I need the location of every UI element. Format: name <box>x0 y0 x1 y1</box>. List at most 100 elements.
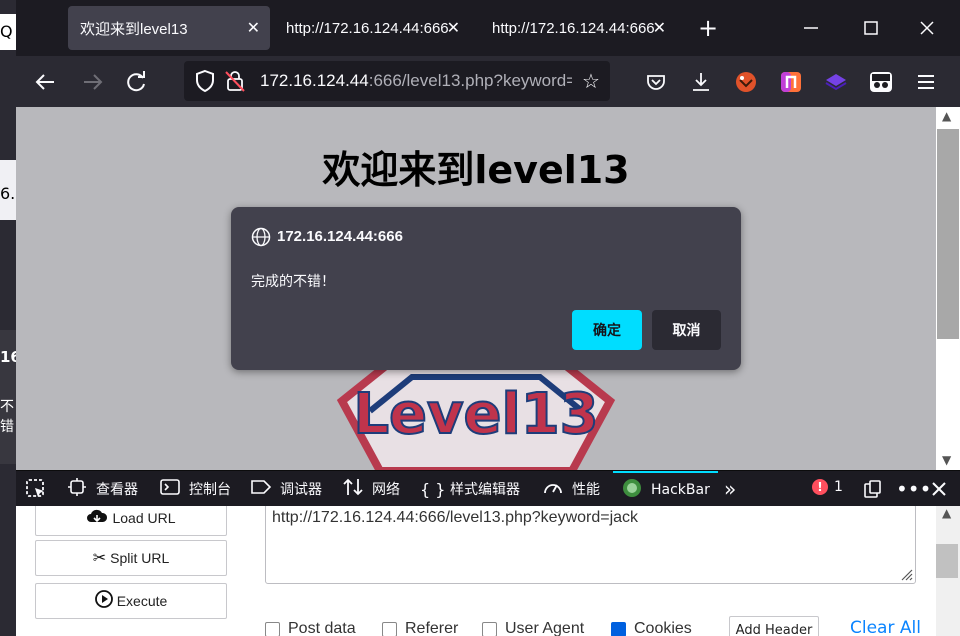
split-url-button[interactable]: ✂ Split URL <box>35 540 227 576</box>
network-icon <box>342 477 364 501</box>
insecure-lock-icon[interactable] <box>224 69 246 93</box>
back-icon[interactable] <box>32 68 60 96</box>
extension-mask-icon[interactable] <box>867 68 895 96</box>
url-host: 172.16.124.44 <box>260 71 369 90</box>
page-scrollbar[interactable]: ▲ ▼ <box>936 107 960 470</box>
post-data-option[interactable]: Post data <box>265 620 356 636</box>
post-data-checkbox[interactable] <box>265 621 280 636</box>
error-icon: ! <box>812 479 828 495</box>
more-tabs-chevron-icon[interactable]: » <box>724 471 736 507</box>
add-header-button[interactable]: Add Header <box>729 616 819 636</box>
maximize-icon[interactable] <box>863 14 879 49</box>
tab-strip: 欢迎来到level13 ✕ http://172.16.124.44:666 ✕… <box>16 0 960 56</box>
downloads-icon[interactable] <box>687 68 715 96</box>
tab-title: http://172.16.124.44:666 <box>286 19 449 37</box>
option-label: User Agent <box>505 620 585 636</box>
logo-text: Level13 <box>353 382 598 447</box>
tab-url-3[interactable]: http://172.16.124.44:666 ✕ <box>480 6 676 50</box>
inspector-icon <box>66 478 88 500</box>
option-label: Cookies <box>634 620 692 636</box>
user-agent-checkbox[interactable] <box>482 621 497 636</box>
clear-all-link[interactable]: Clear All <box>850 618 921 636</box>
tab-label: 查看器 <box>96 482 138 498</box>
execute-label: Execute <box>116 593 168 609</box>
address-bar[interactable]: 172.16.124.44:666/level13.php?keyword=ja… <box>184 61 610 101</box>
scroll-thumb[interactable] <box>937 129 959 339</box>
tab-close-icon[interactable]: ✕ <box>447 18 460 38</box>
error-count: 1 <box>834 479 843 495</box>
console-icon <box>159 478 181 500</box>
dock-layout-icon[interactable] <box>862 471 882 507</box>
tab-title: 欢迎来到level13 <box>80 20 188 38</box>
reload-icon[interactable] <box>122 68 150 96</box>
ok-button[interactable]: 确定 <box>572 310 642 350</box>
scroll-down-icon[interactable]: ▼ <box>942 453 951 467</box>
option-label: Post data <box>288 620 356 636</box>
menu-hamburger-icon[interactable] <box>912 68 940 96</box>
forward-icon[interactable] <box>78 68 106 96</box>
scroll-up-icon[interactable]: ▲ <box>942 506 951 520</box>
cancel-button[interactable]: 取消 <box>652 310 721 350</box>
cloud-download-icon <box>86 507 108 530</box>
hackbar-options: Post data Referer User Agent Cookies <box>265 620 925 636</box>
background-window: Q 6.1 16 不错 <box>0 0 25 636</box>
error-count-badge[interactable]: ! 1 <box>812 479 843 495</box>
element-picker-icon[interactable] <box>24 471 48 507</box>
extension-layers-icon[interactable] <box>822 68 850 96</box>
level13-logo: Level13 <box>336 361 616 470</box>
background-window-panel: Q <box>0 14 16 50</box>
minimize-icon[interactable] <box>803 14 819 49</box>
style-editor-icon: { } <box>420 479 446 499</box>
tab-close-icon[interactable]: ✕ <box>653 18 666 38</box>
new-tab-icon[interactable]: + <box>698 14 718 42</box>
devtools-toolbar: 查看器 控制台 调试器 网络 { } 样式编辑器 性能 HackBar » ! … <box>16 470 960 506</box>
navigation-toolbar: 172.16.124.44:666/level13.php?keyword=ja… <box>16 56 960 107</box>
globe-icon <box>251 227 271 247</box>
tab-close-icon[interactable]: ✕ <box>247 18 260 38</box>
play-circle-icon <box>94 589 113 613</box>
tab-network[interactable]: 网络 <box>342 471 400 507</box>
load-url-label: Load URL <box>112 510 176 526</box>
referer-checkbox[interactable] <box>382 621 397 636</box>
browser-window: Q 6.1 16 不错 欢迎来到level13 ✕ http://172.16.… <box>0 0 960 636</box>
hackbar-url-textarea[interactable]: http://172.16.124.44:666/level13.php?key… <box>265 506 916 584</box>
tab-performance[interactable]: 性能 <box>542 471 600 507</box>
referer-option[interactable]: Referer <box>382 620 458 636</box>
tab-style-editor[interactable]: { } 样式编辑器 <box>420 471 520 507</box>
hackbar-scrollbar[interactable]: ▲ <box>936 506 960 636</box>
tab-inspector[interactable]: 查看器 <box>66 471 138 507</box>
tab-label: HackBar <box>651 482 710 498</box>
window-close-icon[interactable] <box>919 14 935 49</box>
user-agent-option[interactable]: User Agent <box>482 620 584 636</box>
extension-p-icon[interactable] <box>777 68 805 96</box>
pocket-icon[interactable] <box>642 68 670 96</box>
scroll-up-icon[interactable]: ▲ <box>942 109 951 123</box>
tab-title: http://172.16.124.44:666 <box>492 19 655 37</box>
debugger-icon <box>250 478 272 500</box>
extension-fox-icon[interactable] <box>732 68 760 96</box>
more-options-icon[interactable]: ••• <box>896 471 931 507</box>
option-label: Referer <box>405 620 459 636</box>
url-text[interactable]: 172.16.124.44:666/level13.php?keyword=ja… <box>260 71 572 91</box>
tab-console[interactable]: 控制台 <box>159 471 231 507</box>
page-heading: 欢迎来到level13 <box>322 148 630 192</box>
close-devtools-icon[interactable] <box>930 471 948 507</box>
tab-label: 样式编辑器 <box>450 482 520 498</box>
tab-level13[interactable]: 欢迎来到level13 ✕ <box>68 6 270 50</box>
cookies-checkbox[interactable] <box>611 621 626 636</box>
tab-label: 调试器 <box>280 482 322 498</box>
tab-debugger[interactable]: 调试器 <box>250 471 322 507</box>
alert-dialog: 172.16.124.44:666 完成的不错！ 确定 取消 <box>231 207 741 370</box>
cookies-option[interactable]: Cookies <box>611 620 692 636</box>
tab-hackbar[interactable]: HackBar <box>613 471 718 507</box>
bookmark-star-icon[interactable]: ☆ <box>578 69 604 93</box>
execute-button[interactable]: Execute <box>35 583 227 619</box>
resize-grip-icon[interactable] <box>899 567 913 581</box>
tab-url-2[interactable]: http://172.16.124.44:666 ✕ <box>274 6 470 50</box>
performance-icon <box>542 478 564 500</box>
tracking-protection-shield-icon[interactable] <box>192 67 218 95</box>
load-url-button[interactable]: Load URL <box>35 506 227 536</box>
background-text: 不错 <box>0 399 14 435</box>
background-window-panel: 16 <box>0 330 21 400</box>
scroll-thumb[interactable] <box>936 544 958 578</box>
